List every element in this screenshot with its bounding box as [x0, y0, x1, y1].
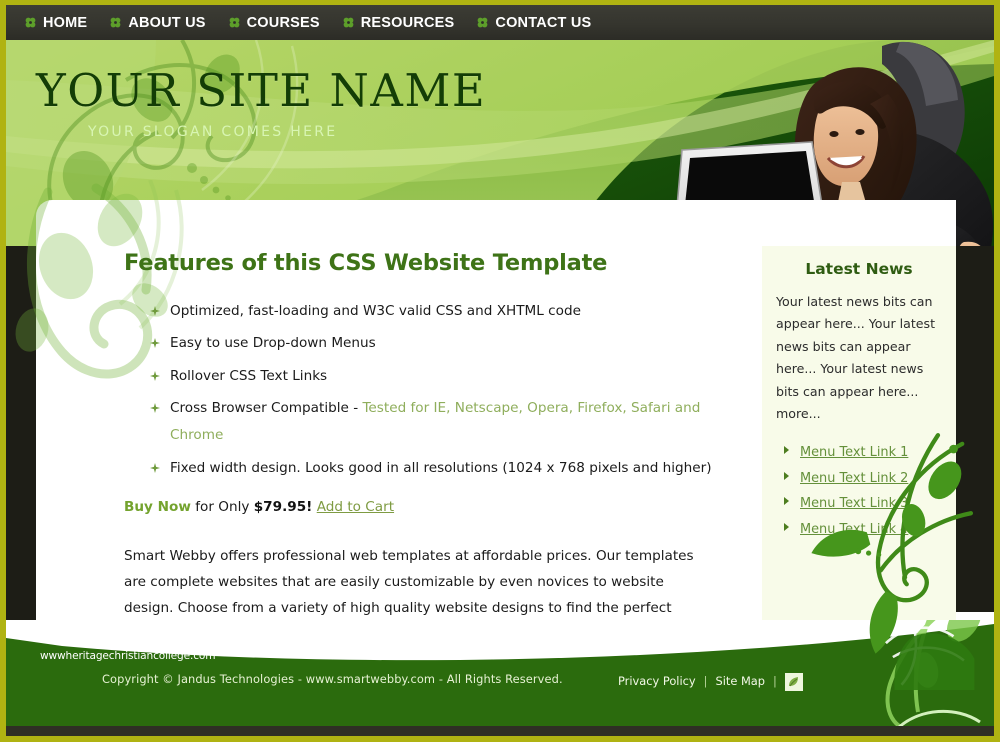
nav-label: CONTACT US: [495, 14, 592, 31]
list-item: Menu Text Link 1: [782, 441, 942, 460]
site-name: YOUR SITE NAME: [36, 64, 487, 117]
sidebar-link[interactable]: Menu Text Link 2: [800, 471, 908, 486]
nav-label: HOME: [43, 14, 88, 31]
page-root: HOME ABOUT US COURSES RESOURCES CONTACT …: [0, 0, 1000, 742]
feature-text: Optimized, fast-loading and W3C valid CS…: [170, 303, 581, 319]
nav-label: ABOUT US: [128, 14, 206, 31]
nav-item-home[interactable]: HOME: [24, 15, 87, 31]
nav-label: COURSES: [246, 14, 320, 31]
price-label: $79.95!: [253, 499, 313, 516]
clover-icon: [478, 17, 488, 28]
buy-now-label: Buy Now: [124, 499, 191, 516]
feature-text: Cross Browser Compatible -: [170, 400, 363, 417]
triangle-bullet-icon: [784, 497, 789, 506]
clover-icon: [229, 17, 240, 28]
frame-bottom: [0, 736, 1000, 742]
site-slogan: Your slogan comes here: [88, 124, 338, 140]
sidebar-links-list: Menu Text Link 1 Menu Text Link 2 Menu T…: [782, 441, 942, 537]
triangle-bullet-icon: [784, 446, 789, 455]
footer-links: Privacy Policy | Site Map |: [618, 672, 803, 691]
list-item: Optimized, fast-loading and W3C valid CS…: [150, 298, 724, 325]
sidebar-body-text: Your latest news bits can appear here...…: [776, 294, 936, 422]
main-content-column: Features of this CSS Website Template Op…: [124, 250, 724, 648]
nav-item-courses[interactable]: COURSES: [228, 15, 320, 31]
frame-right: [994, 0, 1000, 742]
frame-top: [0, 0, 1000, 5]
star-bullet-icon: [150, 306, 160, 316]
frame-left: [0, 0, 6, 742]
site-footer: wwwheritagechristiancollege.com Copyrigh…: [6, 620, 994, 726]
buy-now-line: Buy Now for Only $79.95! Add to Cart: [124, 495, 724, 521]
list-item: Menu Text Link 4: [782, 518, 942, 537]
add-to-cart-link[interactable]: Add to Cart: [317, 499, 394, 515]
star-bullet-icon: [150, 338, 160, 349]
separator: |: [703, 674, 708, 688]
footer-top-curve: [6, 620, 994, 661]
triangle-bullet-icon: [784, 471, 789, 480]
triangle-bullet-icon: [784, 522, 789, 531]
clover-icon: [25, 17, 36, 28]
nav-item-contact-us[interactable]: CONTACT US: [476, 15, 591, 31]
latest-news-sidebar: Latest News Your latest news bits can ap…: [762, 246, 956, 666]
nav-item-resources[interactable]: RESOURCES: [342, 15, 455, 31]
sidebar-link[interactable]: Menu Text Link 1: [800, 445, 908, 460]
footer-dark-strip: [0, 726, 1000, 736]
footer-copyright: Copyright © Jandus Technologies - www.sm…: [102, 672, 563, 686]
footer-site-url: wwwheritagechristiancollege.com: [40, 650, 216, 662]
sidebar-link[interactable]: Menu Text Link 3: [800, 496, 908, 511]
list-item: Easy to use Drop-down Menus: [150, 330, 724, 357]
sidebar-title: Latest News: [805, 260, 913, 278]
nav-item-about-us[interactable]: ABOUT US: [109, 15, 205, 31]
nav-label: RESOURCES: [360, 14, 455, 31]
privacy-policy-link[interactable]: Privacy Policy: [618, 674, 696, 688]
clover-icon: [343, 17, 354, 28]
list-item: Menu Text Link 3: [782, 492, 942, 511]
site-map-link[interactable]: Site Map: [715, 674, 765, 688]
feature-text: Rollover CSS Text Links: [170, 367, 328, 384]
separator: |: [773, 674, 777, 688]
clover-icon: [110, 17, 121, 28]
leaf-badge-icon[interactable]: [784, 673, 803, 691]
list-item: Cross Browser Compatible - Tested for IE…: [150, 395, 724, 449]
features-list: Optimized, fast-loading and W3C valid CS…: [150, 298, 724, 481]
star-bullet-icon: [150, 370, 160, 381]
sidebar-link[interactable]: Menu Text Link 4: [800, 522, 908, 537]
star-bullet-icon: [150, 403, 160, 414]
list-item: Rollover CSS Text Links: [150, 363, 724, 390]
brand-block: YOUR SITE NAME Your slogan comes here: [36, 68, 486, 140]
main-navigation: HOME ABOUT US COURSES RESOURCES CONTACT …: [6, 5, 994, 40]
page-title: Features of this CSS Website Template: [124, 250, 608, 276]
feature-text: Easy to use Drop-down Menus: [170, 335, 376, 352]
list-item: Menu Text Link 2: [782, 467, 942, 486]
for-only-label: for Only: [190, 499, 254, 516]
feature-text: Fixed width design. Looks good in all re…: [170, 459, 712, 476]
list-item: Fixed width design. Looks good in all re…: [150, 455, 724, 482]
star-bullet-icon: [150, 462, 160, 473]
